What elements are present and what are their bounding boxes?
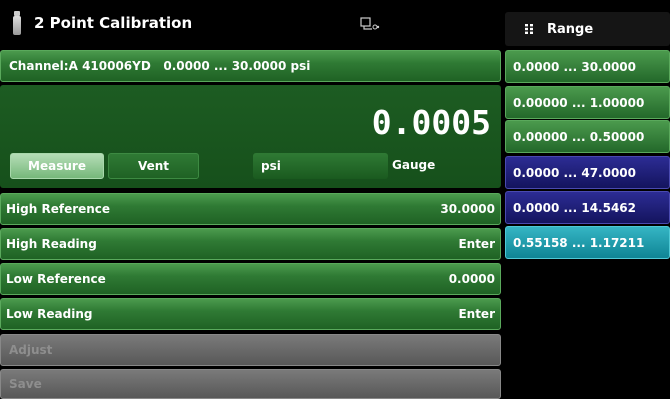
adjust-button: Adjust: [0, 334, 501, 366]
row-label: Low Reference: [6, 272, 106, 286]
unit-selector[interactable]: psi: [253, 153, 388, 179]
high-reference-row[interactable]: High Reference 30.0000: [0, 193, 501, 225]
channel-label: Channel:A: [9, 59, 78, 73]
range-option-2[interactable]: 0.00000 ... 1.00000: [505, 86, 670, 119]
row-value: 30.0000: [440, 202, 495, 216]
grid-icon: [525, 24, 533, 34]
row-value: Enter: [458, 237, 495, 251]
pressure-mode[interactable]: Gauge: [392, 158, 435, 172]
calibration-panel: 2 Point Calibration Channel:A 410006YD 0…: [0, 0, 503, 399]
row-value: Enter: [458, 307, 495, 321]
save-button: Save: [0, 369, 501, 399]
range-option-3[interactable]: 0.00000 ... 0.50000: [505, 120, 670, 153]
range-option-4[interactable]: 0.0000 ... 47.0000: [505, 156, 670, 189]
measure-button[interactable]: Measure: [10, 153, 104, 179]
row-label: Low Reading: [6, 307, 93, 321]
range-title: Range: [547, 21, 594, 37]
row-label: High Reference: [6, 202, 111, 216]
sensor-icon: [12, 10, 22, 35]
vent-button[interactable]: Vent: [108, 153, 199, 179]
range-option-1[interactable]: 0.0000 ... 30.0000: [505, 50, 670, 83]
row-value: 0.0000: [448, 272, 495, 286]
connection-icon: [360, 17, 380, 30]
range-option-6[interactable]: 0.55158 ... 1.17211: [505, 226, 670, 259]
range-panel: Range 0.0000 ... 30.0000 0.00000 ... 1.0…: [505, 0, 670, 399]
pressure-reading: 0.0005: [371, 103, 491, 142]
row-label: High Reading: [6, 237, 97, 251]
channel-bar[interactable]: Channel:A 410006YD 0.0000 ... 30.0000 ps…: [0, 50, 501, 82]
high-reading-row[interactable]: High Reading Enter: [0, 228, 501, 260]
title-bar: 2 Point Calibration: [0, 0, 503, 45]
channel-range: 0.0000 ... 30.0000 psi: [163, 59, 311, 73]
low-reference-row[interactable]: Low Reference 0.0000: [0, 263, 501, 295]
low-reading-row[interactable]: Low Reading Enter: [0, 298, 501, 330]
range-header: Range: [505, 12, 670, 46]
channel-serial: 410006YD: [82, 59, 151, 73]
page-title: 2 Point Calibration: [34, 13, 193, 32]
range-option-5[interactable]: 0.0000 ... 14.5462: [505, 191, 670, 224]
